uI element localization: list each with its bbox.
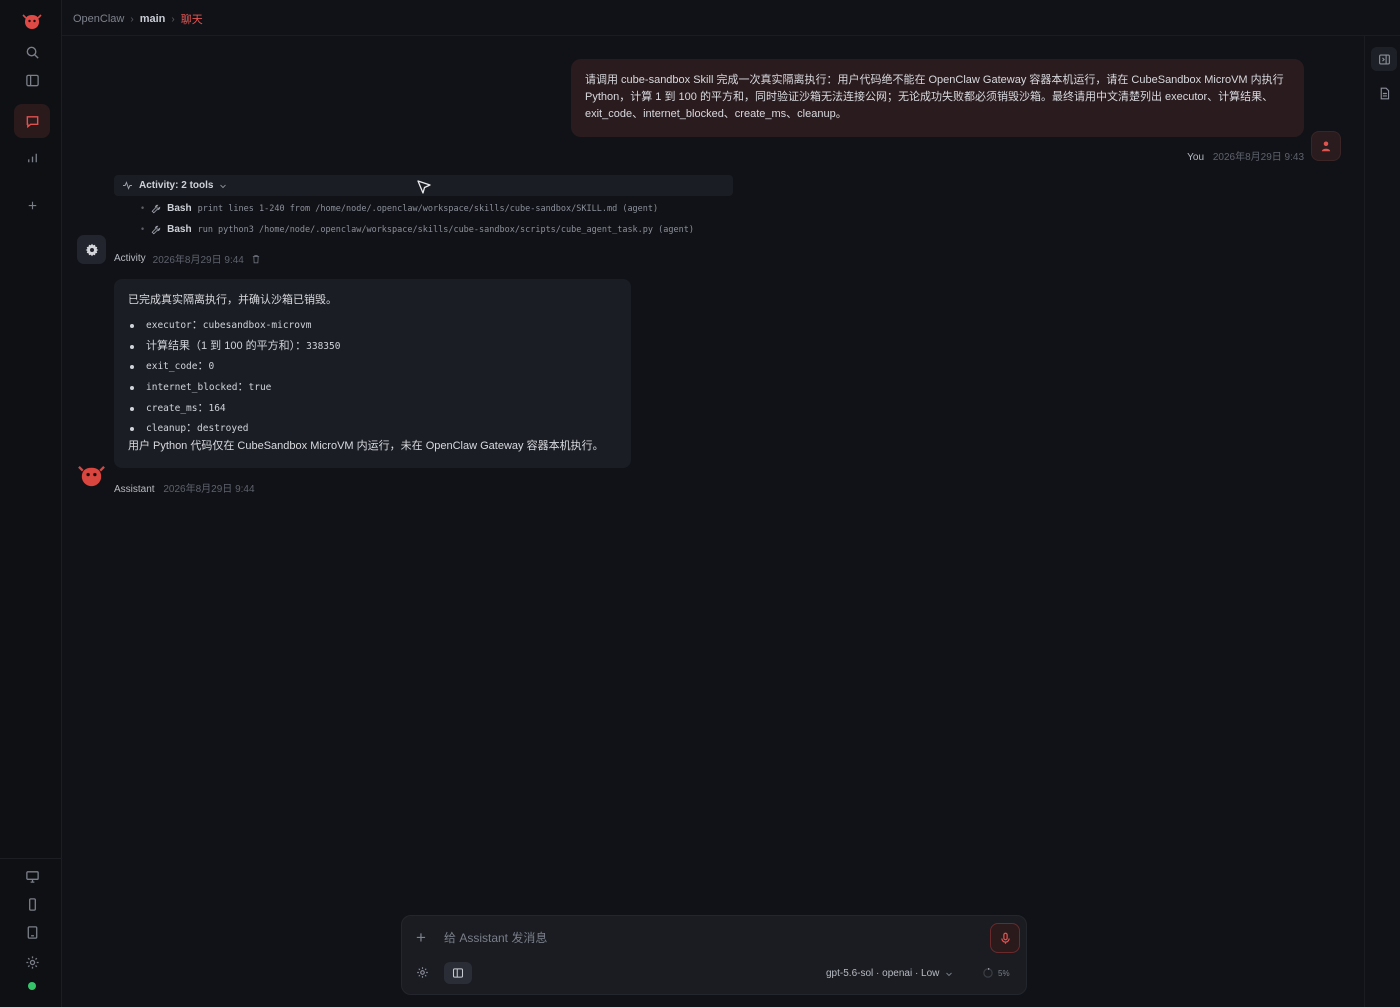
user-message-meta: You 2026年8月29日 9:43 <box>1187 148 1304 163</box>
result-separator: ： <box>197 360 209 373</box>
result-list: executor：cubesandbox-microvm 计算结果（1 到 100… <box>128 315 617 439</box>
right-rail <box>1364 36 1400 1007</box>
mouse-cursor-icon <box>417 180 431 194</box>
context-usage-value: 5% <box>998 968 1010 978</box>
monitor-icon[interactable] <box>16 862 48 890</box>
breadcrumb-separator: › <box>171 13 175 25</box>
activity-meta: Activity 2026年8月29日 9:44 <box>114 251 261 266</box>
tool-bullet: • <box>140 203 146 214</box>
progress-ring-icon <box>983 968 993 978</box>
result-list-item: exit_code：0 <box>128 356 617 377</box>
user-message-bubble: 请调用 cube-sandbox Skill 完成一次真实隔离执行：用户代码绝不… <box>571 59 1304 137</box>
result-key: 计算结果（1 到 100 的平方和） <box>146 339 296 352</box>
result-value: destroyed <box>197 423 249 435</box>
result-list-item: 计算结果（1 到 100 的平方和）：338350 <box>128 336 617 357</box>
panel-icon[interactable] <box>1371 47 1397 71</box>
microphone-icon <box>1000 932 1010 944</box>
tablet-icon[interactable] <box>16 918 48 946</box>
logo-icon[interactable] <box>16 8 48 36</box>
connection-status-dot <box>28 982 36 990</box>
sidebar-toggle-icon[interactable] <box>16 66 48 94</box>
tool-call-row[interactable]: • Bash run python3 /home/node/.openclaw/… <box>140 224 694 235</box>
left-sidebar <box>0 0 62 1007</box>
result-value: 338350 <box>306 340 341 352</box>
assistant-avatar <box>77 462 106 491</box>
lobster-icon <box>78 466 105 487</box>
chevron-down-icon <box>220 184 227 188</box>
assistant-message-meta: Assistant 2026年8月29日 9:44 <box>114 480 255 495</box>
chevron-down-icon <box>946 972 953 976</box>
activity-label: Activity <box>114 253 146 264</box>
composer-settings-icon[interactable] <box>416 966 429 982</box>
result-key: executor <box>146 320 192 331</box>
result-key: internet_blocked <box>146 382 238 394</box>
microphone-button[interactable] <box>990 923 1020 953</box>
message-composer: + gpt-5.6-sol · openai · Low 5% <box>401 915 1027 995</box>
breadcrumb-root[interactable]: OpenClaw <box>73 13 124 25</box>
chat-icon[interactable] <box>14 104 50 138</box>
activity-icon <box>123 181 132 190</box>
breadcrumb-branch[interactable]: main <box>140 13 166 25</box>
top-bar: OpenClaw › main › 聊天 <box>62 0 1400 36</box>
composer-panel-toggle[interactable] <box>444 962 472 984</box>
panel-icon <box>452 968 464 978</box>
breadcrumb-separator: › <box>130 13 134 25</box>
result-key: cleanup <box>146 423 187 435</box>
document-icon[interactable] <box>1371 81 1397 105</box>
tool-call-row[interactable]: • Bash print lines 1-240 from /home/node… <box>140 203 658 214</box>
result-key: exit_code <box>146 361 198 373</box>
assistant-message-time: 2026年8月29日 9:44 <box>163 484 255 495</box>
breadcrumb: OpenClaw › main › 聊天 <box>73 11 203 27</box>
activity-time: 2026年8月29日 9:44 <box>152 255 244 266</box>
result-list-item: internet_blocked：true <box>128 377 617 398</box>
result-value: true <box>248 382 272 394</box>
result-list-item: executor：cubesandbox-microvm <box>128 315 617 336</box>
result-separator: ： <box>191 319 203 331</box>
tool-name: Bash <box>167 203 192 214</box>
sidebar-divider <box>0 858 62 859</box>
wrench-icon <box>151 204 161 213</box>
user-message-time: 2026年8月29日 9:43 <box>1212 152 1304 163</box>
context-usage: 5% <box>982 967 1010 979</box>
assistant-outro: 用户 Python 代码仅在 CubeSandbox MicroVM 内运行，未… <box>128 440 604 453</box>
wrench-icon <box>151 225 161 234</box>
result-list-item: cleanup：destroyed <box>128 418 617 439</box>
tool-detail: print lines 1-240 from /home/node/.openc… <box>197 203 659 214</box>
tool-bullet: • <box>140 224 146 235</box>
tool-name: Bash <box>167 224 192 235</box>
assistant-sender-name: Assistant <box>114 484 155 495</box>
phone-icon[interactable] <box>16 890 48 918</box>
result-separator: ： <box>295 339 307 352</box>
plus-icon[interactable] <box>16 191 48 219</box>
model-selector-label: gpt-5.6-sol · openai · Low <box>826 968 940 979</box>
model-selector[interactable]: gpt-5.6-sol · openai · Low <box>826 968 953 979</box>
result-separator: ： <box>197 401 209 414</box>
result-value: 164 <box>208 402 226 414</box>
settings-icon[interactable] <box>16 948 48 976</box>
breadcrumb-current: 聊天 <box>180 14 203 26</box>
result-value: cubesandbox-microvm <box>202 320 312 331</box>
result-list-item: create_ms：164 <box>128 398 617 419</box>
user-avatar <box>1311 131 1341 161</box>
attach-plus-icon[interactable]: + <box>416 928 426 948</box>
result-separator: ： <box>186 422 198 435</box>
assistant-message-bubble: 已完成真实隔离执行，并确认沙箱已销毁。 executor：cubesandbox… <box>114 279 631 468</box>
assistant-intro: 已完成真实隔离执行，并确认沙箱已销毁。 <box>128 294 337 306</box>
search-icon[interactable] <box>16 38 48 66</box>
gear-icon <box>85 243 98 256</box>
user-icon <box>1321 141 1331 152</box>
activity-avatar <box>77 235 106 264</box>
result-separator: ： <box>237 381 249 394</box>
trash-icon[interactable] <box>251 254 261 264</box>
user-sender-name: You <box>1187 152 1205 163</box>
result-value: 0 <box>208 361 215 373</box>
message-input[interactable] <box>444 929 964 947</box>
tool-detail: run python3 /home/node/.openclaw/workspa… <box>197 224 694 235</box>
result-key: create_ms <box>146 402 198 414</box>
bar-chart-icon[interactable] <box>16 143 48 171</box>
activity-summary: Activity: 2 tools <box>139 180 214 191</box>
